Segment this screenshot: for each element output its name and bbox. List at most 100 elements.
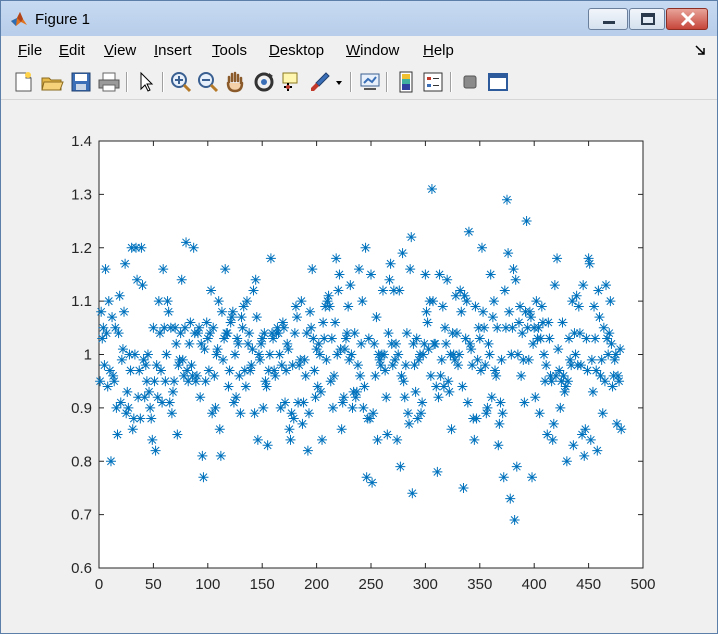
legend-icon[interactable] (421, 70, 445, 94)
menu-insert[interactable]: Insert (154, 42, 192, 59)
minimize-button[interactable] (588, 8, 628, 30)
data-point (505, 493, 516, 504)
hide-plot-tools-icon[interactable] (458, 70, 482, 94)
data-point (185, 317, 196, 328)
dock-arrow-icon[interactable] (694, 44, 706, 56)
data-point (406, 232, 417, 243)
data-point (382, 429, 393, 440)
data-point (503, 248, 514, 259)
data-point (402, 408, 413, 419)
menu-view[interactable]: View (104, 42, 136, 59)
data-point (334, 269, 345, 280)
data-point (248, 285, 259, 296)
scatter-plot[interactable]: 0 50 100 150 200 250 300 350 400 450 500 0.6 0.7 0.8 0… (1, 100, 717, 633)
brush-icon[interactable] (308, 70, 332, 94)
data-point (498, 472, 509, 483)
data-point (240, 381, 251, 392)
data-point (615, 344, 626, 355)
data-point (592, 445, 603, 456)
pointer-icon[interactable] (134, 70, 158, 94)
menu-desktop[interactable]: Desktop (269, 42, 324, 59)
menu-help[interactable]: Help (423, 42, 454, 59)
data-point (148, 322, 159, 333)
zoom-out-icon[interactable] (196, 70, 220, 94)
menu-edit[interactable]: Edit (59, 42, 85, 59)
data-point (346, 349, 357, 360)
data-point (610, 349, 621, 360)
data-point (359, 381, 370, 392)
data-point (384, 274, 395, 285)
print-icon[interactable] (97, 70, 121, 94)
data-point (494, 418, 505, 429)
data-point (444, 386, 455, 397)
data-point (167, 386, 178, 397)
rotate-3d-icon[interactable] (252, 70, 276, 94)
data-point (199, 344, 210, 355)
data-point (528, 338, 539, 349)
y-tick-label: 0.9 (71, 400, 92, 417)
data-point (523, 354, 534, 365)
open-file-icon[interactable] (40, 70, 64, 94)
data-cursor-icon[interactable] (280, 70, 304, 94)
zoom-in-icon[interactable] (169, 70, 193, 94)
data-point (434, 269, 445, 280)
data-point (371, 312, 382, 323)
new-figure-icon[interactable] (11, 70, 35, 94)
data-point (407, 488, 418, 499)
axes-box[interactable] (98, 140, 644, 569)
data-point (146, 413, 157, 424)
data-point (495, 397, 506, 408)
data-point (255, 354, 266, 365)
data-point (372, 434, 383, 445)
data-point (579, 450, 590, 461)
data-point (614, 376, 625, 387)
data-point (338, 392, 349, 403)
close-icon (680, 11, 696, 27)
data-point (195, 392, 206, 403)
data-point (150, 445, 161, 456)
data-point (206, 285, 217, 296)
link-plot-icon[interactable] (358, 70, 382, 94)
pan-hand-icon[interactable] (223, 70, 247, 94)
data-point (339, 344, 350, 355)
data-point (171, 338, 182, 349)
data-point (262, 440, 273, 451)
save-icon[interactable] (69, 70, 93, 94)
data-point (405, 264, 416, 275)
data-point (582, 365, 593, 376)
data-point (433, 392, 444, 403)
menu-window[interactable]: Window (346, 42, 399, 59)
brush-dropdown-icon[interactable] (334, 70, 344, 94)
data-point (330, 317, 341, 328)
data-point (546, 376, 557, 387)
menu-tools[interactable]: Tools (212, 42, 247, 59)
data-point (101, 328, 112, 339)
data-point (596, 354, 607, 365)
window-title: Figure 1 (35, 11, 91, 28)
data-point (466, 344, 477, 355)
data-point (435, 370, 446, 381)
data-point (299, 354, 310, 365)
data-point (547, 434, 558, 445)
data-point (552, 253, 563, 264)
y-tick-label: 1.4 (71, 133, 92, 150)
data-point (441, 338, 452, 349)
menu-file[interactable]: File (18, 42, 42, 59)
data-point (368, 408, 379, 419)
close-button[interactable] (666, 8, 708, 30)
data-point (453, 360, 464, 371)
data-point (324, 301, 335, 312)
data-point (574, 328, 585, 339)
data-point (160, 376, 171, 387)
data-point (428, 296, 439, 307)
figure-canvas[interactable]: 0 50 100 150 200 250 300 350 400 450 500 0.6 0.7 0.8 0… (1, 100, 717, 633)
title-bar[interactable]: Figure 1 (1, 1, 717, 36)
colorbar-icon[interactable] (394, 70, 418, 94)
data-point (212, 344, 223, 355)
show-plot-tools-icon[interactable] (486, 70, 510, 94)
maximize-button[interactable] (629, 8, 665, 30)
data-point (437, 301, 448, 312)
data-point (544, 333, 555, 344)
data-point (422, 317, 433, 328)
x-tick-label: 350 (467, 576, 492, 593)
